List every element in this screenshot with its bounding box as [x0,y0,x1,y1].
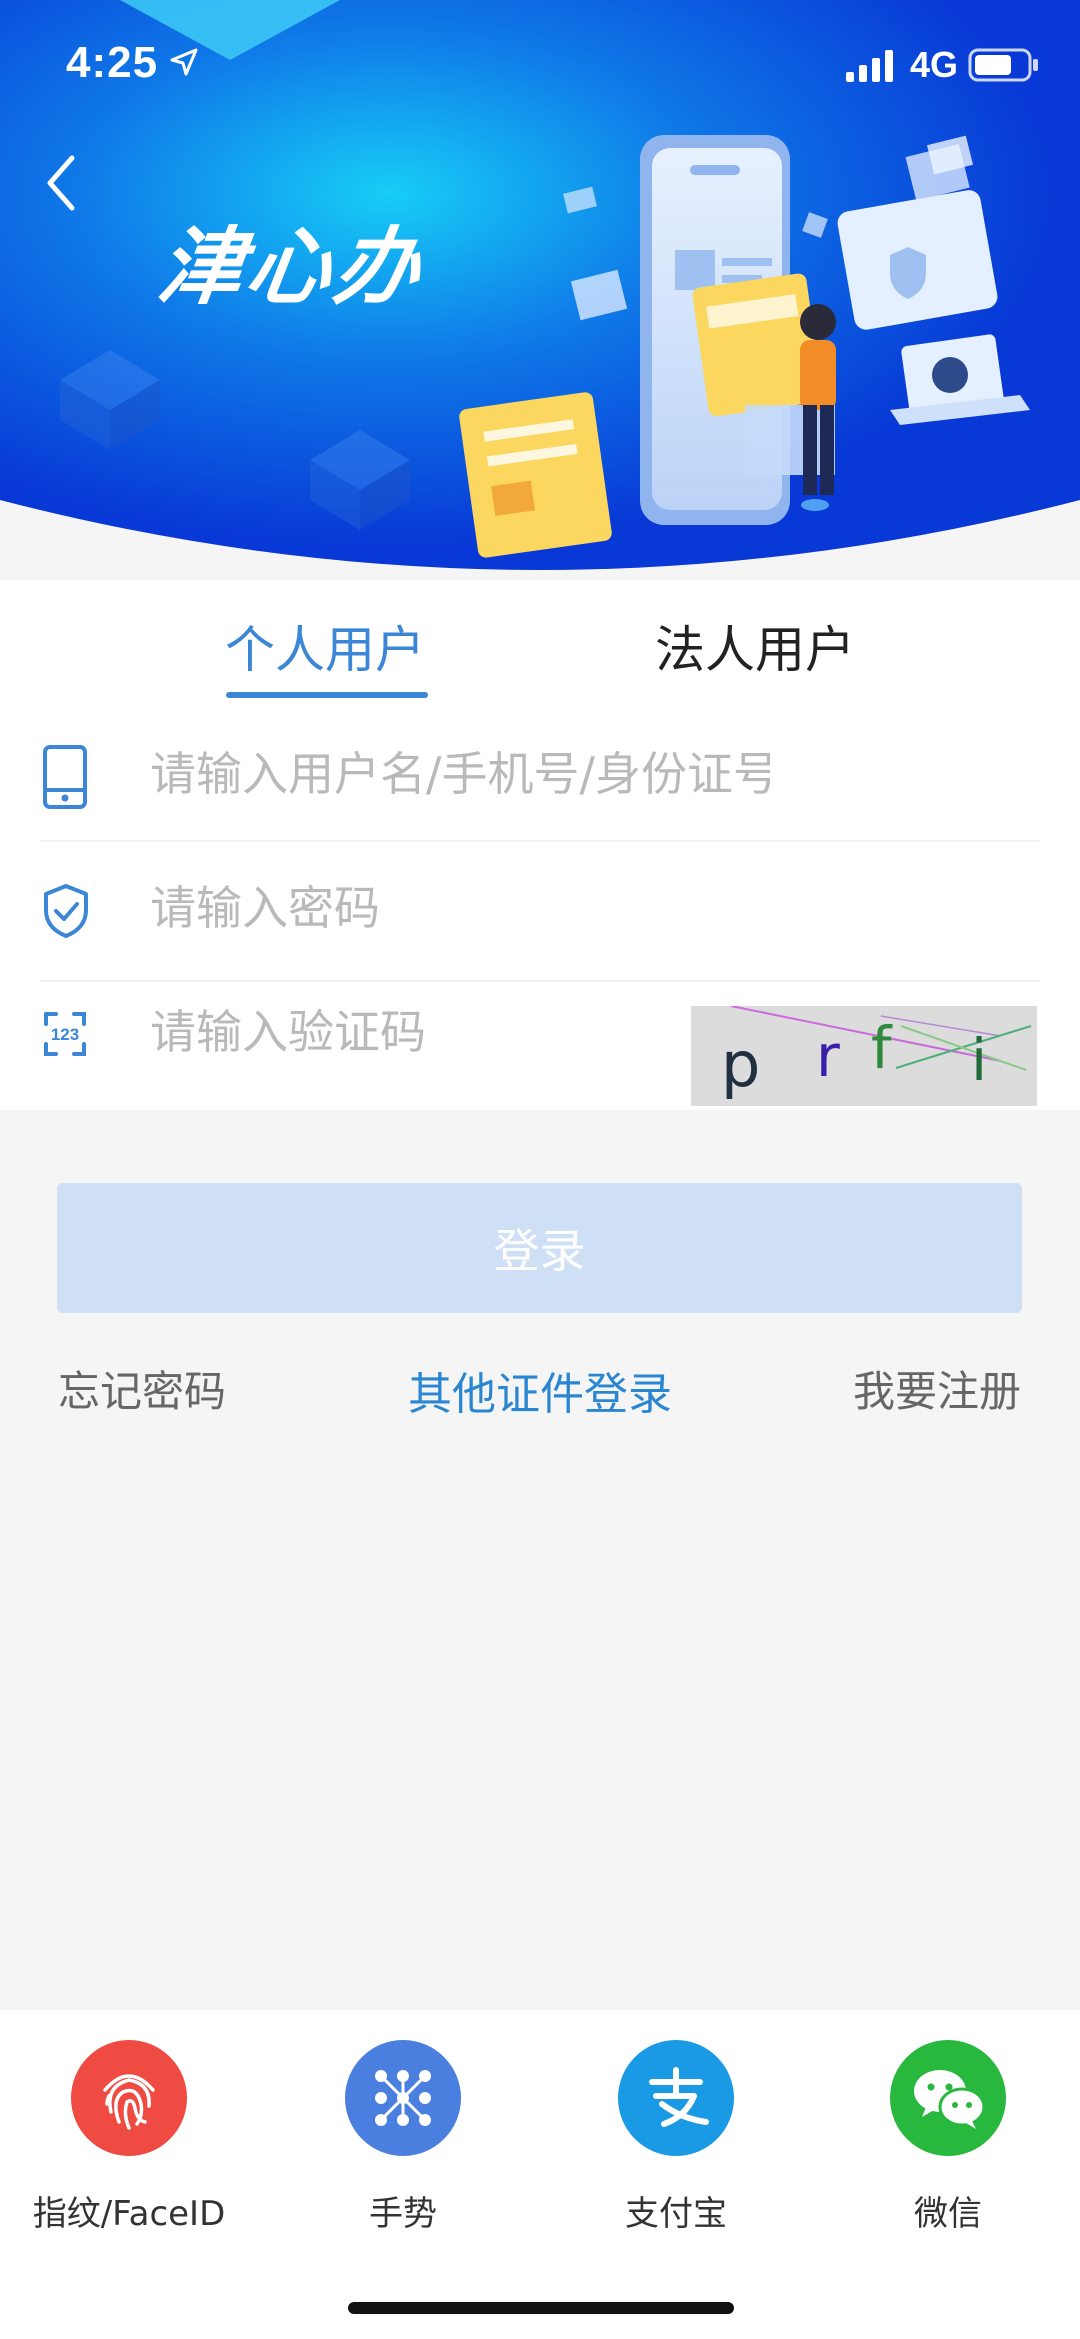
mobile-phone-icon [43,745,87,809]
alipay-label: 支付宝 [625,2194,727,2234]
captcha-image[interactable]: p r f i [691,1006,1037,1106]
numeric-code-icon: 123 [44,1012,86,1056]
shield-check-icon [44,884,88,938]
login-button[interactable]: 登录 [57,1183,1022,1313]
captcha-char: r [816,1022,840,1090]
captcha-input[interactable] [148,1004,772,1060]
forgot-password-link[interactable]: 忘记密码 [58,1358,226,1419]
svg-text:123: 123 [51,1025,79,1044]
header-banner: 4:25 4G 津心办 [0,0,1080,580]
quick-login-bar: 指纹/FaceID 手势 支付宝 微信 [0,2010,1080,2339]
status-bar: 4:25 4G [0,0,1080,130]
location-arrow-icon [170,48,198,76]
status-time: 4:25 [66,38,159,87]
home-indicator [348,2302,734,2314]
username-row [0,710,1080,850]
gesture-icon [345,2040,461,2156]
register-link[interactable]: 我要注册 [853,1358,1021,1419]
fingerprint-label: 指纹/FaceID [32,2194,226,2234]
wechat-label: 微信 [914,2194,982,2234]
fingerprint-icon [71,2040,187,2156]
tab-corporate-user[interactable]: 法人用户 [630,610,880,710]
password-row [0,850,1080,990]
active-tab-indicator [226,692,428,698]
captcha-char: f [871,1014,893,1082]
wechat-login-button[interactable]: 微信 [828,2040,1068,2235]
alipay-login-button[interactable]: 支付宝 [556,2040,796,2235]
battery-icon [968,48,1038,82]
brand-logo: 津心办 [152,217,431,316]
alipay-icon [618,2040,734,2156]
field-divider [40,840,1040,842]
cellular-signal-icon [846,50,893,82]
captcha-char: i [971,1026,987,1094]
other-id-login-link[interactable]: 其他证件登录 [408,1358,672,1422]
username-input[interactable] [148,746,772,802]
gesture-login-button[interactable]: 手势 [283,2040,523,2235]
fingerprint-login-button[interactable]: 指纹/FaceID [9,2040,249,2235]
wechat-icon [890,2040,1006,2156]
login-form: 123 p r f i [0,710,1080,1110]
back-button[interactable] [38,150,88,216]
chevron-left-icon [47,155,75,211]
captcha-char: p [721,1028,760,1101]
gesture-label: 手势 [369,2194,437,2234]
user-type-tabs: 个人用户 法人用户 [0,580,1080,710]
captcha-graphic: p r f i [721,1006,1032,1101]
password-input[interactable] [148,880,772,936]
network-type: 4G [910,44,959,85]
